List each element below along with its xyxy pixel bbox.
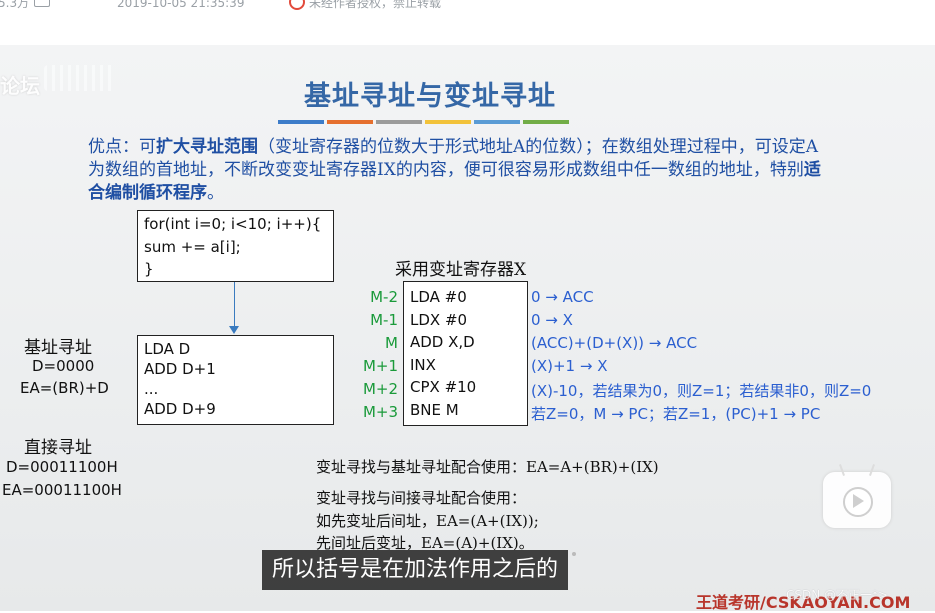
- direct-ea-value: EA=00011100H: [2, 481, 122, 499]
- program-line: ...: [144, 380, 159, 398]
- code-line: sum += a[i];: [144, 237, 241, 256]
- title-color-segment: [425, 120, 471, 124]
- title-color-segment: [376, 120, 422, 124]
- instruction-line: INX: [410, 355, 436, 374]
- mem-address-label: M+3: [362, 403, 398, 421]
- instruction-line: BNE M: [410, 400, 459, 419]
- program-box: LDA D ADD D+1 ... ADD D+9: [137, 335, 334, 425]
- down-arrow-shaft: [234, 282, 235, 329]
- combo-base-line: 变址寻找与基址寻址配合使用：EA=A+(BR)+(IX): [316, 458, 659, 476]
- instruction-line: CPX #10: [410, 378, 477, 396]
- base-d-value: D=0000: [32, 357, 95, 375]
- copyright-notice: 未经作者授权，禁止转载: [309, 0, 442, 10]
- instruction-note: (X)-10，若结果为0，则Z=1；若结果非0，则Z=0: [531, 382, 872, 400]
- para-bold-1: 扩大寻址范围: [156, 137, 258, 157]
- title-color-segment: [474, 120, 520, 124]
- mem-address-label: M-2: [370, 288, 398, 306]
- para-text-1: 优点：可: [88, 137, 156, 157]
- video-info-bar: 5.3万 2019-10-05 21:35:39 未经作者授权，禁止转载: [0, 0, 935, 14]
- mem-address-label: M+2: [362, 380, 398, 398]
- program-line: ADD D+9: [144, 400, 216, 418]
- mem-address-label: M: [385, 334, 398, 352]
- instruction-line: ADD X,D: [410, 333, 475, 351]
- instruction-note: (X)+1 → X: [531, 357, 608, 375]
- down-arrow-icon: [229, 326, 239, 334]
- csdn-watermark: CSDN @不正一*>: [786, 588, 889, 602]
- views-count: 5.3万: [0, 0, 30, 10]
- instruction-note: (ACC)+(D+(X)) → ACC: [531, 334, 698, 352]
- base-addressing-title: 基址寻址: [24, 338, 92, 358]
- index-register-title: 采用变址寄存器X: [395, 260, 527, 280]
- direct-d-value: D=00011100H: [6, 458, 118, 476]
- para-text-3: 。: [207, 183, 224, 203]
- index-program-box: LDA #0 LDX #0 ADD X,D INX CPX #10 BNE M: [403, 281, 528, 426]
- title-color-segment: [278, 120, 324, 124]
- instruction-note: 0 → ACC: [531, 288, 594, 306]
- play-overlay-widget[interactable]: [823, 464, 891, 528]
- no-repost-icon: [289, 0, 305, 10]
- title-color-segment: [523, 120, 569, 124]
- forum-watermark: 论坛: [0, 74, 40, 98]
- advantage-paragraph: 优点：可扩大寻址范围（变址寄存器的位数大于形式地址A的位数）；在数组处理过程中，…: [88, 136, 828, 205]
- combo-indirect-case-1: 如先变址后间址，EA=(A+(IX));: [316, 512, 539, 530]
- code-line: for(int i=0; i<10; i++){: [144, 215, 322, 233]
- views-icon: [34, 0, 50, 7]
- combo-indirect-line: 变址寻找与间接寻址配合使用：: [316, 489, 527, 507]
- subtitle-caption: 所以括号是在加法作用之后的: [262, 550, 577, 590]
- instruction-line: LDX #0: [410, 310, 468, 329]
- instruction-line: LDA #0: [410, 288, 467, 306]
- instruction-note: 若Z=0，M → PC；若Z=1，(PC)+1 → PC: [531, 405, 821, 423]
- program-line: LDA D: [144, 340, 191, 358]
- direct-addressing-title: 直接寻址: [24, 438, 92, 458]
- publish-time: 2019-10-05 21:35:39: [117, 0, 245, 10]
- play-icon: [853, 494, 864, 508]
- code-line: }: [144, 260, 154, 278]
- forum-watermark-logo: [44, 65, 116, 91]
- program-line: ADD D+1: [144, 360, 216, 378]
- mem-address-label: M-1: [370, 311, 398, 329]
- instruction-note: 0 → X: [531, 311, 573, 329]
- base-ea-formula: EA=(BR)+D: [20, 379, 109, 397]
- slide-title: 基址寻址与变址寻址: [304, 81, 556, 112]
- mem-address-label: M+1: [362, 357, 398, 375]
- code-box: for(int i=0; i<10; i++){ sum += a[i]; }: [137, 210, 334, 282]
- title-color-segment: [327, 120, 373, 124]
